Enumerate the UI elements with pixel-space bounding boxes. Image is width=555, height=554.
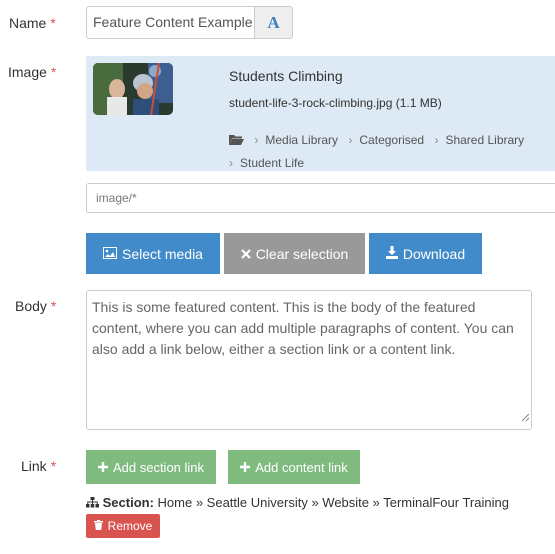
resize-handle-icon[interactable] — [521, 407, 530, 428]
folder-open-icon — [229, 132, 244, 153]
image-label: Image * — [8, 64, 57, 80]
add-content-link-button[interactable]: Add content link — [228, 450, 360, 484]
chevron-right-icon: › — [254, 133, 259, 147]
breadcrumb-item[interactable]: Media Library — [265, 133, 338, 147]
clear-selection-button[interactable]: Clear selection — [224, 233, 365, 274]
download-button[interactable]: Download — [369, 233, 482, 274]
media-preview-panel: Students Climbing student-life-3-rock-cl… — [86, 56, 555, 171]
name-input[interactable]: Feature Content Example — [86, 6, 254, 39]
section-link-info: Section: Home » Seattle University » Web… — [86, 495, 509, 510]
media-filename: student-life-3-rock-climbing.jpg (1.1 MB… — [229, 96, 442, 110]
chevron-right-icon: › — [348, 133, 353, 147]
breadcrumb-item[interactable]: Shared Library — [445, 133, 524, 147]
link-label: Link * — [21, 458, 57, 474]
times-icon — [240, 246, 251, 262]
select-media-button[interactable]: Select media — [86, 233, 220, 274]
add-section-link-button[interactable]: Add section link — [86, 450, 216, 484]
trash-icon — [93, 519, 103, 533]
media-breadcrumb: › Media Library › Categorised › Shared Libr… — [229, 130, 551, 174]
font-style-button[interactable]: A — [254, 6, 293, 39]
body-label: Body * — [15, 298, 57, 314]
chevron-right-icon: › — [229, 156, 233, 170]
remove-link-button[interactable]: Remove — [86, 514, 160, 538]
plus-icon — [97, 460, 108, 475]
sitemap-icon — [86, 495, 99, 510]
download-icon — [385, 245, 398, 262]
name-label: Name * — [9, 15, 56, 31]
chevron-right-icon: › — [434, 133, 439, 147]
breadcrumb-item[interactable]: Categorised — [359, 133, 424, 147]
image-icon — [103, 246, 118, 262]
body-textarea[interactable]: This is some featured content. This is t… — [86, 290, 532, 430]
media-title: Students Climbing — [229, 68, 343, 84]
breadcrumb-item[interactable]: Student Life — [240, 156, 304, 170]
media-thumbnail[interactable] — [93, 63, 173, 115]
plus-icon — [240, 460, 251, 475]
mime-type-filter[interactable]: image/* — [86, 183, 555, 213]
